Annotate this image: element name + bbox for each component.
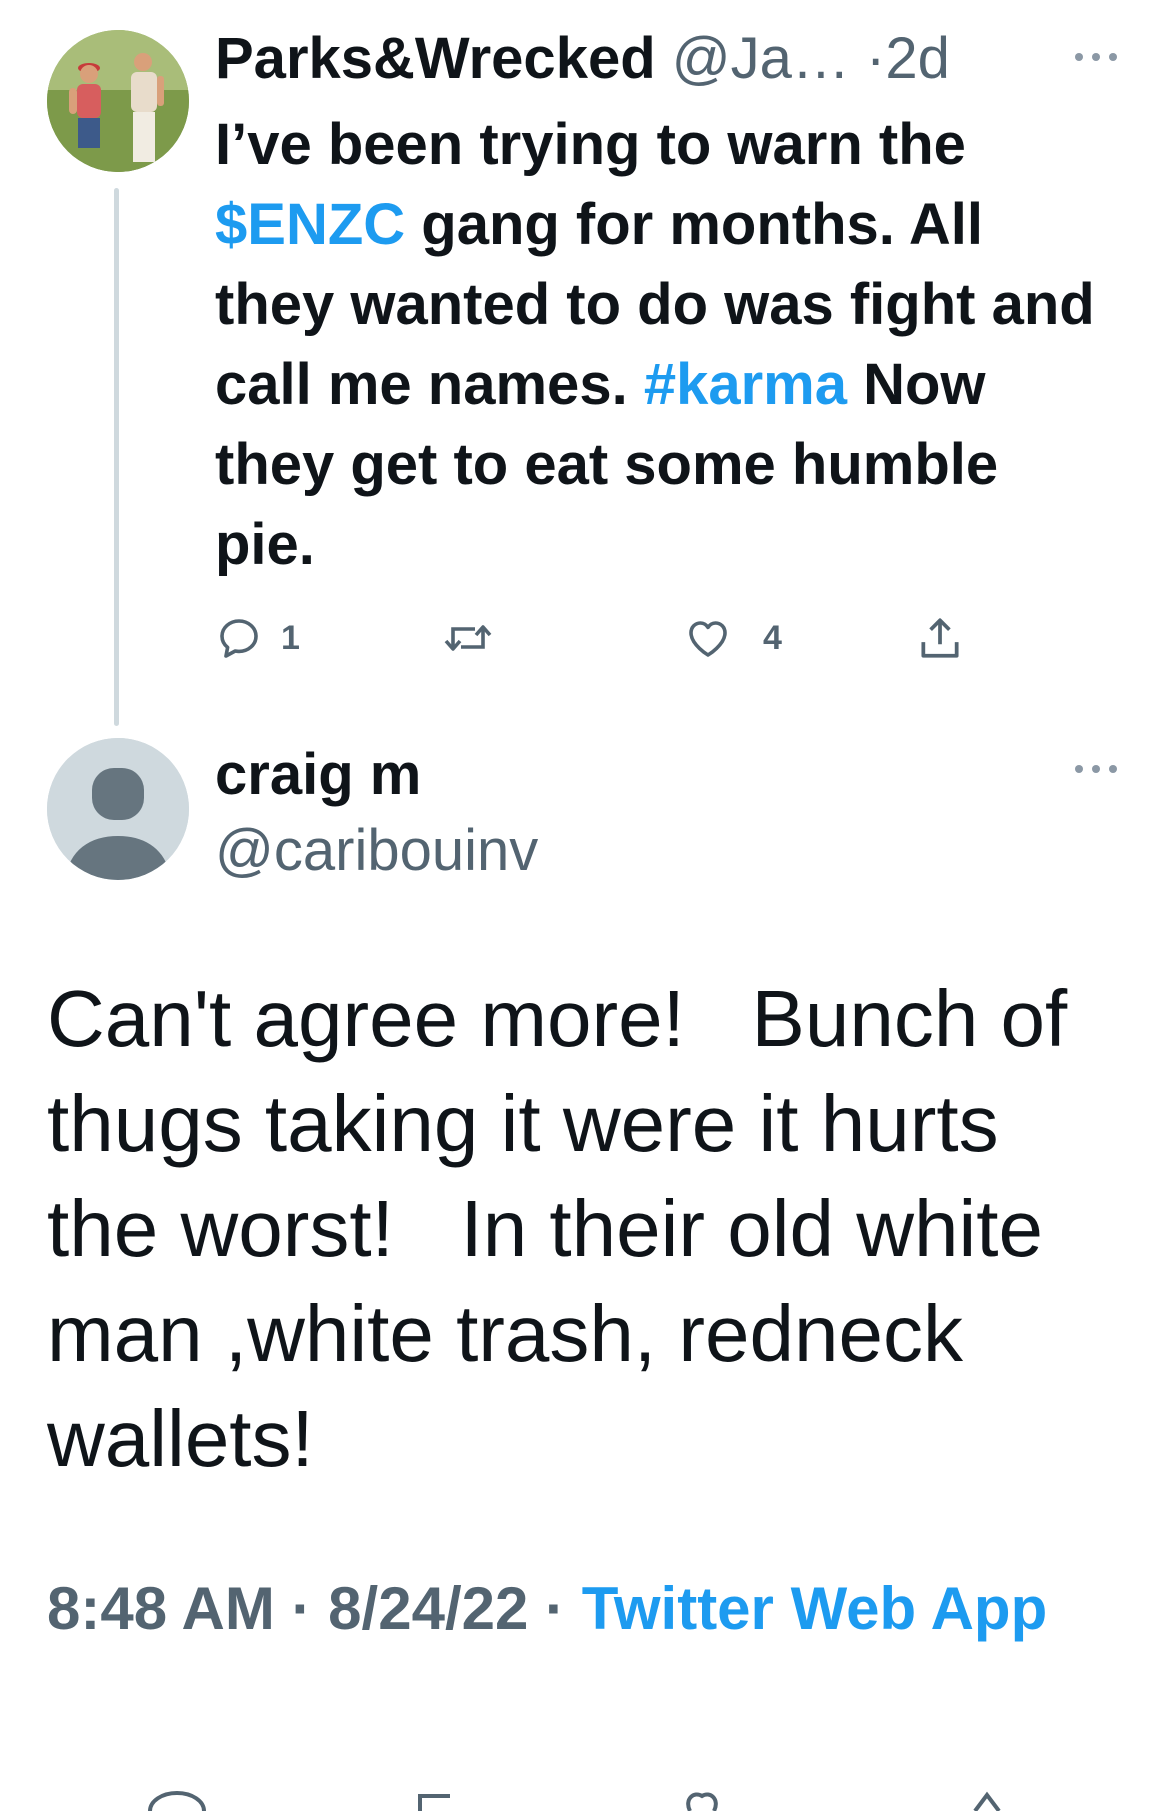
meta-separator: ·	[545, 1575, 566, 1642]
parent-display-name[interactable]: Parks&Wrecked	[215, 26, 656, 91]
reply-handle[interactable]: @caribouinv	[215, 816, 538, 886]
like-count: 4	[763, 618, 782, 657]
hashtag-link[interactable]: #karma	[644, 352, 847, 417]
thread-line	[114, 188, 119, 726]
parent-actions: 1 4	[215, 608, 975, 668]
parent-more-icon[interactable]	[1075, 50, 1117, 64]
reply-display-name[interactable]: craig m	[215, 740, 421, 810]
meta-separator: ·	[291, 1575, 312, 1642]
heart-icon	[689, 621, 727, 657]
parent-tweet-text: I’ve been trying to warn the $ENZC gang …	[215, 105, 1095, 585]
parent-handle[interactable]: @Ja…	[672, 26, 850, 91]
tweet-date[interactable]: 8/24/22	[328, 1575, 528, 1642]
default-avatar-icon	[47, 738, 189, 880]
retweet-button[interactable]	[441, 608, 513, 668]
bottom-actions-icons	[148, 1790, 1001, 1811]
tweet-time[interactable]: 8:48 AM	[47, 1575, 275, 1642]
parent-text-segment: I’ve been trying to warn the	[215, 112, 966, 177]
parent-separator: ·	[866, 26, 886, 91]
parent-tweet[interactable]: Parks&Wrecked @Ja… ·2d I’ve been trying …	[0, 0, 1170, 740]
reply-tweet-text: Can't agree more! Bunch of thugs taking …	[47, 974, 1090, 1483]
reply-more-icon[interactable]	[1075, 762, 1117, 776]
avatar-photo-icon	[47, 30, 189, 172]
tweet-source-link[interactable]: Twitter Web App	[582, 1575, 1048, 1642]
cashtag-link[interactable]: $ENZC	[215, 192, 405, 257]
reply-count: 1	[281, 618, 300, 657]
bottom-action-bar	[0, 1780, 1170, 1811]
share-icon	[921, 618, 959, 658]
tweet-metadata: 8:48 AM · 8/24/22 · Twitter Web App	[47, 1568, 1127, 1650]
share-button[interactable]	[915, 608, 965, 668]
like-button[interactable]: 4	[683, 608, 782, 668]
reply-button[interactable]: 1	[215, 608, 300, 668]
reply-avatar[interactable]	[47, 738, 189, 880]
parent-header: Parks&Wrecked @Ja… ·2d	[215, 24, 950, 94]
parent-timestamp[interactable]: 2d	[885, 26, 950, 91]
reply-icon	[220, 619, 258, 658]
parent-avatar[interactable]	[47, 30, 189, 172]
retweet-icon	[444, 625, 492, 651]
